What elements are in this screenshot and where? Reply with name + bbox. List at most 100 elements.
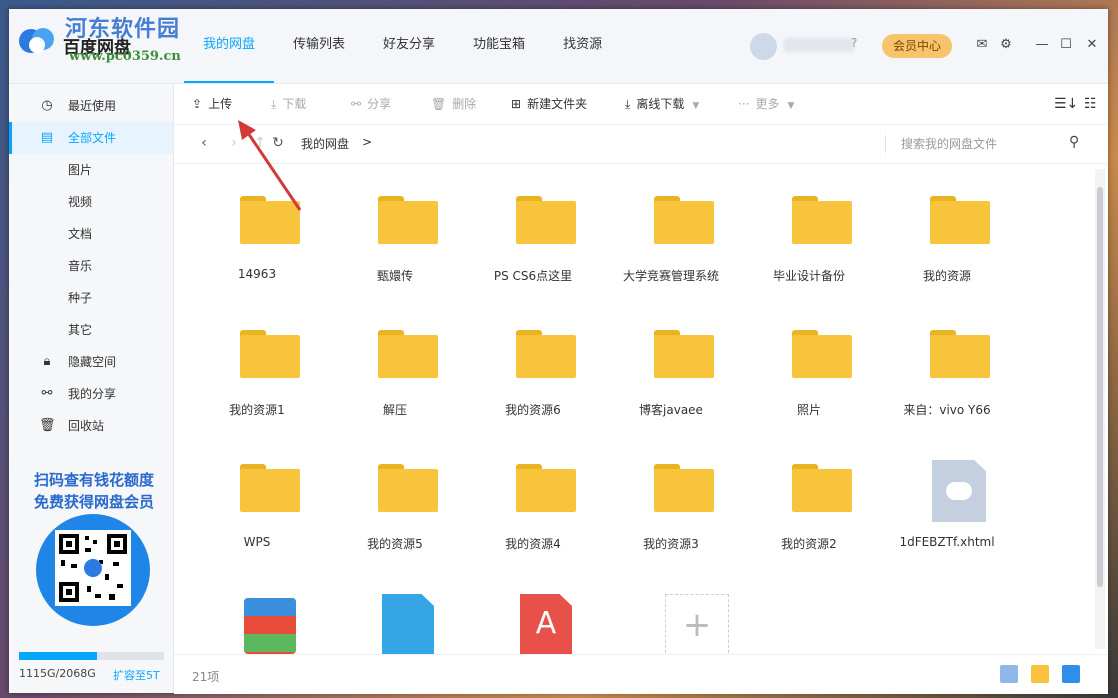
file-icon: ▤	[40, 130, 54, 145]
avatar[interactable]	[750, 33, 777, 60]
up-arrow-icon[interactable]: ↑	[250, 133, 270, 153]
sidebar-item-hidden-space[interactable]: 🔒︎ 隐藏空间	[9, 346, 173, 378]
file-toolbar: ⇪ 上传 ⤓ 下载 ⚯ 分享 🗑︎ 删除 ⊞ 新建文件夹 ⤓ 离线下载 ▼ ··· 更多 ▼ ☰↓…	[174, 84, 1108, 125]
folder-item[interactable]: 来自：vivo Y66	[878, 298, 1016, 428]
delete-button[interactable]: 🗑︎ 删除	[431, 84, 476, 124]
offline-download-button[interactable]: ⤓ 离线下载 ▼	[625, 84, 699, 124]
file-item[interactable]: 1dFEBZTf.xhtml	[878, 432, 1016, 562]
folder-item[interactable]: 毕业设计备份	[740, 164, 878, 294]
folder-item[interactable]: 大学竞赛管理系统	[602, 164, 740, 294]
tab-transfer-list[interactable]: 传输列表	[274, 9, 364, 83]
list-view-icon[interactable]: ☷	[1084, 84, 1097, 124]
help-icon[interactable]: ?	[851, 36, 857, 50]
delete-label: 删除	[452, 97, 477, 111]
file-item[interactable]	[326, 566, 464, 654]
folder-item[interactable]: 博客javaee	[602, 298, 740, 428]
tab-friend-share[interactable]: 好友分享	[364, 9, 454, 83]
folder-item[interactable]: 照片	[740, 298, 878, 428]
mail-icon[interactable]: ✉	[973, 36, 991, 54]
sidebar-item-label: 种子	[68, 291, 93, 305]
folder-item[interactable]: WPS	[188, 432, 326, 562]
add-file-tile[interactable]: +	[602, 566, 740, 654]
plus-icon: +	[665, 594, 729, 654]
new-folder-button[interactable]: ⊞ 新建文件夹	[511, 84, 587, 124]
qr-code-badge[interactable]	[36, 514, 150, 626]
sidebar-item-other[interactable]: 其它	[9, 314, 173, 346]
folder-item[interactable]: 我的资源1	[188, 298, 326, 428]
scrollbar[interactable]	[1095, 169, 1105, 649]
promo-line-1: 扫码查有钱花额度	[33, 471, 154, 489]
settings-icon[interactable]: ⚙	[997, 36, 1015, 54]
sidebar-item-documents[interactable]: 文档	[9, 218, 173, 250]
search-icon[interactable]: ⚲	[1069, 134, 1079, 150]
lock-icon[interactable]	[1062, 665, 1080, 683]
folder-item[interactable]: 我的资源	[878, 164, 1016, 294]
back-icon[interactable]: ‹	[194, 133, 214, 153]
sidebar: ◷ 最近使用 ▤ 全部文件 图片 视频 文档 音乐 种子 其它 🔒︎ 隐藏空间	[9, 84, 174, 693]
sidebar-item-label: 视频	[68, 195, 93, 209]
file-name: PS CS6点这里	[493, 269, 573, 283]
upload-label: 上传	[208, 97, 233, 111]
close-icon[interactable]: ✕	[1083, 36, 1101, 54]
folder-item[interactable]: 解压	[326, 298, 464, 428]
expand-storage-link[interactable]: 扩容至5T	[113, 667, 160, 683]
archive-icon	[244, 598, 296, 654]
tab-toolbox[interactable]: 功能宝箱	[454, 9, 544, 83]
file-item[interactable]	[188, 566, 326, 654]
share-button[interactable]: ⚯ 分享	[351, 84, 391, 124]
file-grid: 14963 甄嬛传 PS CS6点这里 大学竞赛管理系统 毕业设计备份 我的资源我的资源1…	[174, 164, 1092, 654]
folder-item[interactable]: 甄嬛传	[326, 164, 464, 294]
folder-icon	[930, 330, 990, 378]
sort-icon[interactable]: ☰↓	[1054, 84, 1078, 124]
folder-item[interactable]: 我的资源3	[602, 432, 740, 562]
maximize-icon[interactable]: ☐	[1057, 36, 1075, 54]
sidebar-item-videos[interactable]: 视频	[9, 186, 173, 218]
folder-icon	[240, 464, 300, 512]
sidebar-item-recycle-bin[interactable]: 🗑︎ 回收站	[9, 410, 173, 442]
breadcrumb[interactable]: 我的网盘	[301, 135, 349, 152]
folder-item[interactable]: 我的资源4	[464, 432, 602, 562]
download-label: 下载	[282, 97, 307, 111]
folder-icon	[378, 464, 438, 512]
scrollbar-thumb[interactable]	[1097, 187, 1103, 587]
grid-view-icon[interactable]	[1000, 665, 1018, 683]
folder-item[interactable]: 我的资源5	[326, 432, 464, 562]
chevron-down-icon: ▼	[787, 101, 795, 111]
sidebar-item-my-share[interactable]: ⚯ 我的分享	[9, 378, 173, 410]
tab-find-resources[interactable]: 找资源	[544, 9, 621, 83]
promo-banner[interactable]: 扫码查有钱花额度 免费获得网盘会员	[19, 469, 169, 513]
folder-item[interactable]: 我的资源6	[464, 298, 602, 428]
minimize-icon[interactable]: —	[1033, 36, 1051, 54]
tab-my-netdisk[interactable]: 我的网盘	[184, 9, 275, 83]
baidu-netdisk-logo	[19, 28, 54, 53]
folder-upload-icon[interactable]	[1031, 665, 1049, 683]
vip-center-button[interactable]: 会员中心	[882, 34, 952, 58]
folder-icon	[516, 196, 576, 244]
upload-icon: ⇪	[192, 97, 203, 111]
file-name: 解压	[382, 403, 407, 417]
share-icon: ⚯	[41, 386, 53, 401]
file-name: 博客javaee	[639, 403, 703, 417]
folder-item[interactable]: 我的资源2	[740, 432, 878, 562]
more-label: 更多	[755, 97, 780, 111]
folder-item[interactable]: 14963	[188, 164, 326, 294]
download-button[interactable]: ⤓ 下载	[271, 84, 306, 124]
sidebar-item-recent[interactable]: ◷ 最近使用	[9, 90, 173, 122]
more-button[interactable]: ··· 更多 ▼	[738, 84, 794, 124]
file-name: 毕业设计备份	[772, 269, 845, 283]
folder-icon	[792, 196, 852, 244]
sidebar-item-music[interactable]: 音乐	[9, 250, 173, 282]
upload-button[interactable]: ⇪ 上传	[192, 84, 232, 124]
search-input[interactable]: 搜索我的网盘文件	[901, 135, 997, 152]
sidebar-item-all-files[interactable]: ▤ 全部文件	[9, 122, 173, 154]
folder-item[interactable]: PS CS6点这里	[464, 164, 602, 294]
forward-icon[interactable]: ›	[224, 133, 244, 153]
sidebar-item-label: 我的分享	[68, 387, 117, 401]
sidebar-item-images[interactable]: 图片	[9, 154, 173, 186]
trash-icon: 🗑︎	[39, 418, 56, 433]
username-blurred[interactable]	[784, 38, 854, 52]
refresh-icon[interactable]: ↻	[268, 133, 288, 153]
sidebar-item-label: 文档	[68, 227, 93, 241]
sidebar-item-torrents[interactable]: 种子	[9, 282, 173, 314]
file-item[interactable]: A	[464, 566, 602, 654]
